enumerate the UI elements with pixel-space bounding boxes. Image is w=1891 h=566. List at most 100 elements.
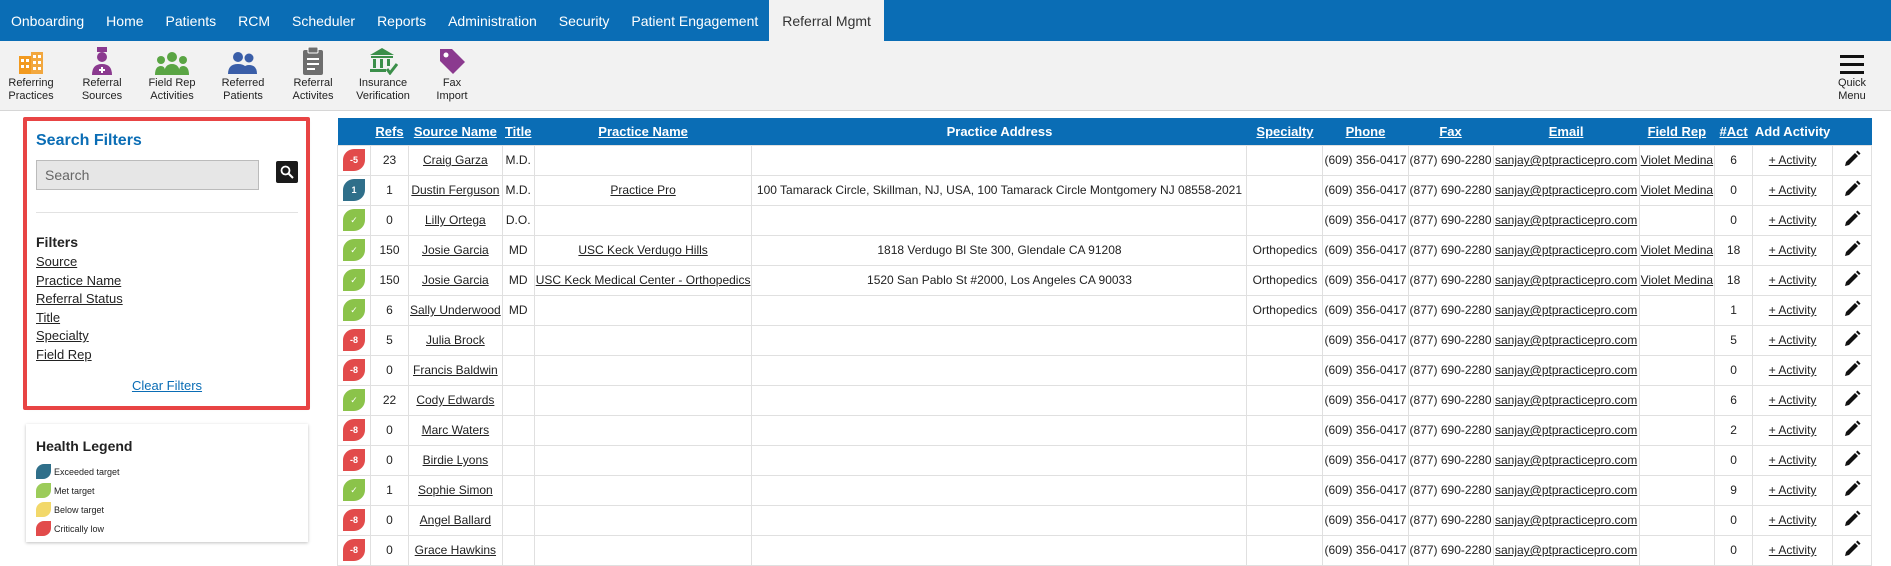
source-name-link[interactable]: Josie Garcia (422, 273, 489, 287)
nav-item-rcm[interactable]: RCM (227, 0, 281, 41)
toolbar-referral-activites-button[interactable]: Referral Activites (282, 45, 344, 103)
column-header-practice-name[interactable]: Practice Name (534, 118, 752, 145)
filter-link-source[interactable]: Source (36, 253, 123, 272)
add-activity-link[interactable]: + Activity (1769, 153, 1817, 167)
nav-item-referral-mgmt[interactable]: Referral Mgmt (769, 0, 884, 41)
table-row[interactable]: -8 0 Grace Hawkins (609) 356-0417 (877) 690-… (337, 534, 1873, 566)
add-activity-link[interactable]: + Activity (1769, 543, 1817, 557)
add-activity-link[interactable]: + Activity (1769, 453, 1817, 467)
search-button[interactable] (276, 161, 298, 183)
email-link[interactable]: sanjay@ptpracticepro.com (1495, 303, 1637, 317)
edit-pencil-icon[interactable] (1843, 330, 1861, 348)
toolbar-insurance-verification-button[interactable]: Insurance Verification (352, 45, 414, 103)
email-link[interactable]: sanjay@ptpracticepro.com (1495, 513, 1637, 527)
table-row[interactable]: ✓ 150 Josie Garcia MD USC Keck Verdugo Hills… (337, 234, 1873, 266)
email-link[interactable]: sanjay@ptpracticepro.com (1495, 543, 1637, 557)
nav-item-home[interactable]: Home (95, 0, 154, 41)
add-activity-link[interactable]: + Activity (1769, 363, 1817, 377)
table-row[interactable]: -8 0 Angel Ballard (609) 356-0417 (877) 690-… (337, 504, 1873, 536)
email-link[interactable]: sanjay@ptpracticepro.com (1495, 423, 1637, 437)
table-row[interactable]: -5 23 Craig Garza M.D. (609) 356-0417 (877) 6… (337, 144, 1873, 176)
table-row[interactable]: -8 0 Marc Waters (609) 356-0417 (877) 690-22… (337, 414, 1873, 446)
practice-name-link[interactable]: Practice Pro (610, 183, 675, 197)
practice-name-link[interactable]: USC Keck Medical Center - Orthopedics (536, 273, 751, 287)
table-row[interactable]: 1 1 Dustin Ferguson M.D. Practice Pro 100 Tam… (337, 174, 1873, 206)
email-link[interactable]: sanjay@ptpracticepro.com (1495, 393, 1637, 407)
toolbar-field-rep-activities-button[interactable]: Field Rep Activities (141, 45, 203, 103)
source-name-link[interactable]: Sophie Simon (418, 483, 493, 497)
source-name-link[interactable]: Angel Ballard (420, 513, 491, 527)
column-header-fax[interactable]: Fax (1408, 118, 1494, 145)
table-row[interactable]: ✓ 6 Sally Underwood MD Orthopedics (609) 356-… (337, 294, 1873, 326)
nav-item-administration[interactable]: Administration (437, 0, 548, 41)
toolbar-fax-import-button[interactable]: Fax Import (421, 45, 483, 103)
add-activity-link[interactable]: + Activity (1769, 333, 1817, 347)
source-name-link[interactable]: Grace Hawkins (415, 543, 496, 557)
field-rep-link[interactable]: Violet Medina (1641, 183, 1714, 197)
search-input[interactable] (36, 160, 259, 190)
add-activity-link[interactable]: + Activity (1769, 183, 1817, 197)
toolbar-referred-patients-button[interactable]: Referred Patients (212, 45, 274, 103)
column-header-refs[interactable]: Refs (370, 118, 409, 145)
source-name-link[interactable]: Craig Garza (423, 153, 488, 167)
filter-link-specialty[interactable]: Specialty (36, 327, 123, 346)
nav-item-reports[interactable]: Reports (366, 0, 437, 41)
field-rep-link[interactable]: Violet Medina (1641, 153, 1714, 167)
add-activity-link[interactable]: + Activity (1769, 513, 1817, 527)
source-name-link[interactable]: Francis Baldwin (413, 363, 498, 377)
edit-pencil-icon[interactable] (1843, 360, 1861, 378)
email-link[interactable]: sanjay@ptpracticepro.com (1495, 243, 1637, 257)
column-header-specialty[interactable]: Specialty (1246, 118, 1323, 145)
email-link[interactable]: sanjay@ptpracticepro.com (1495, 483, 1637, 497)
add-activity-link[interactable]: + Activity (1769, 213, 1817, 227)
filter-link-practice-name[interactable]: Practice Name (36, 272, 123, 291)
field-rep-link[interactable]: Violet Medina (1641, 243, 1714, 257)
table-row[interactable]: -8 0 Francis Baldwin (609) 356-0417 (877) 69… (337, 354, 1873, 386)
add-activity-link[interactable]: + Activity (1769, 423, 1817, 437)
nav-item-onboarding[interactable]: Onboarding (0, 0, 95, 41)
edit-pencil-icon[interactable] (1843, 150, 1861, 168)
edit-pencil-icon[interactable] (1843, 480, 1861, 498)
clear-filters-link[interactable]: Clear Filters (26, 378, 308, 393)
table-row[interactable]: ✓ 1 Sophie Simon (609) 356-0417 (877) 690-22… (337, 474, 1873, 506)
source-name-link[interactable]: Julia Brock (426, 333, 485, 347)
column-header-act[interactable]: #Act (1714, 118, 1753, 145)
email-link[interactable]: sanjay@ptpracticepro.com (1495, 183, 1637, 197)
email-link[interactable]: sanjay@ptpracticepro.com (1495, 213, 1637, 227)
table-row[interactable]: -8 0 Birdie Lyons (609) 356-0417 (877) 690-2… (337, 444, 1873, 476)
add-activity-link[interactable]: + Activity (1769, 483, 1817, 497)
toolbar-referral-sources-button[interactable]: Referral Sources (71, 45, 133, 103)
edit-pencil-icon[interactable] (1843, 540, 1861, 558)
nav-item-patient-engagement[interactable]: Patient Engagement (620, 0, 769, 41)
edit-pencil-icon[interactable] (1843, 300, 1861, 318)
practice-name-link[interactable]: USC Keck Verdugo Hills (578, 243, 707, 257)
edit-pencil-icon[interactable] (1843, 270, 1861, 288)
nav-item-security[interactable]: Security (548, 0, 621, 41)
quick-menu-button[interactable]: Quick Menu (1821, 45, 1883, 103)
filter-link-field-rep[interactable]: Field Rep (36, 346, 123, 365)
source-name-link[interactable]: Sally Underwood (410, 303, 501, 317)
source-name-link[interactable]: Lilly Ortega (425, 213, 486, 227)
email-link[interactable]: sanjay@ptpracticepro.com (1495, 333, 1637, 347)
add-activity-link[interactable]: + Activity (1769, 243, 1817, 257)
source-name-link[interactable]: Birdie Lyons (423, 453, 489, 467)
add-activity-link[interactable]: + Activity (1769, 273, 1817, 287)
source-name-link[interactable]: Marc Waters (422, 423, 490, 437)
column-header-phone[interactable]: Phone (1322, 118, 1409, 145)
edit-pencil-icon[interactable] (1843, 210, 1861, 228)
add-activity-link[interactable]: + Activity (1769, 393, 1817, 407)
column-header-title[interactable]: Title (502, 118, 535, 145)
nav-item-patients[interactable]: Patients (155, 0, 228, 41)
table-row[interactable]: -8 5 Julia Brock (609) 356-0417 (877) 690-22… (337, 324, 1873, 356)
email-link[interactable]: sanjay@ptpracticepro.com (1495, 363, 1637, 377)
edit-pencil-icon[interactable] (1843, 450, 1861, 468)
add-activity-link[interactable]: + Activity (1769, 303, 1817, 317)
edit-pencil-icon[interactable] (1843, 180, 1861, 198)
email-link[interactable]: sanjay@ptpracticepro.com (1495, 453, 1637, 467)
toolbar-referring-practices-button[interactable]: Referring Practices (0, 45, 62, 103)
edit-pencil-icon[interactable] (1843, 510, 1861, 528)
email-link[interactable]: sanjay@ptpracticepro.com (1495, 273, 1637, 287)
edit-pencil-icon[interactable] (1843, 420, 1861, 438)
edit-pencil-icon[interactable] (1843, 240, 1861, 258)
column-header-field-rep[interactable]: Field Rep (1639, 118, 1715, 145)
